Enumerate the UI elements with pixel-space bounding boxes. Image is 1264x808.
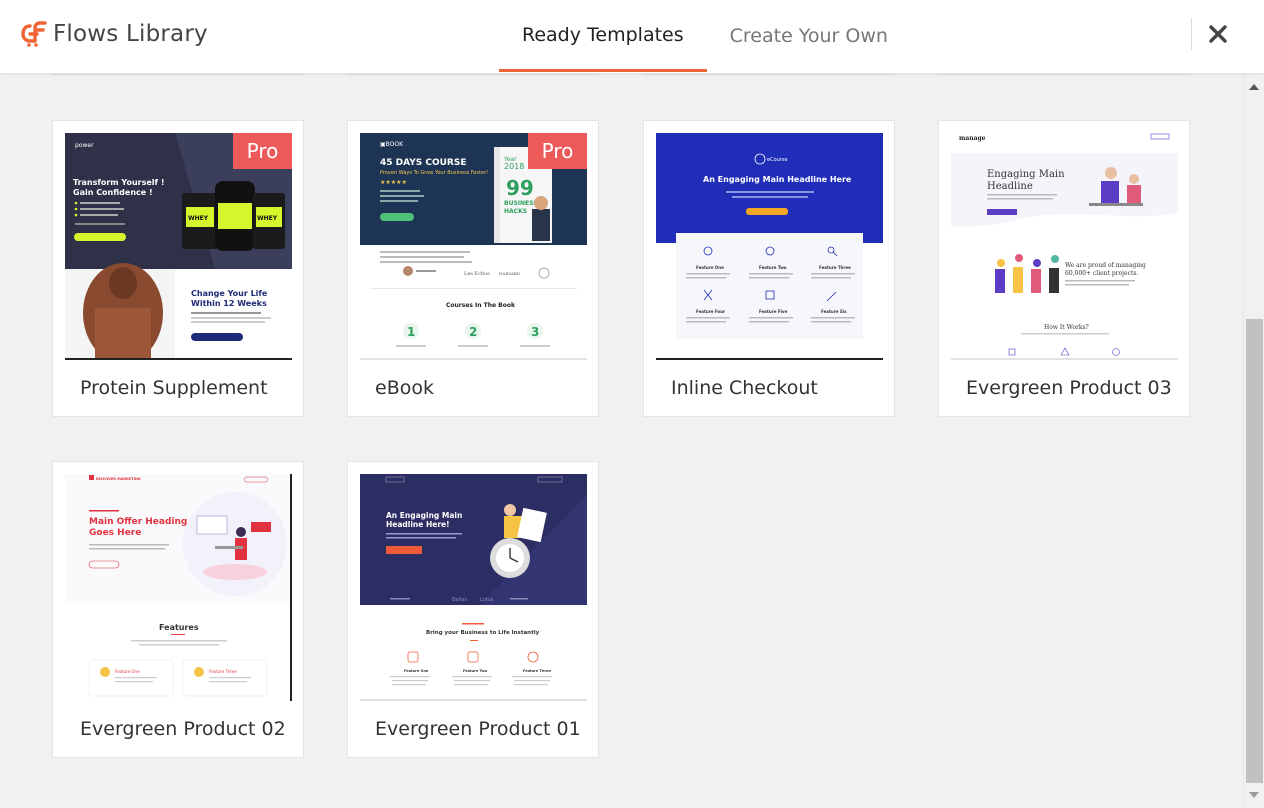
svg-text:Main Offer Heading: Main Offer Heading	[89, 517, 187, 527]
svg-text:Transform Yourself !: Transform Yourself !	[73, 178, 164, 187]
pro-badge: Pro	[528, 133, 587, 169]
scrollbar-thumb[interactable]	[1246, 319, 1263, 783]
svg-text:An Engaging Main Headline Here: An Engaging Main Headline Here	[703, 175, 852, 184]
svg-text:Feature One: Feature One	[696, 265, 724, 270]
svg-text:Courses In The Book: Courses In The Book	[446, 302, 516, 309]
app-title: Flows Library	[53, 21, 208, 47]
svg-text:2: 2	[469, 325, 477, 339]
svg-text:Headline: Headline	[987, 181, 1033, 192]
template-preview: An Engaging Main Headline Here! Bellas L…	[360, 474, 587, 701]
template-title: Protein Supplement	[80, 377, 268, 399]
library-tabs: Ready Templates Create Your Own	[499, 0, 911, 74]
svg-text:Les Echos: Les Echos	[464, 271, 490, 277]
svg-text:60,000+ client projects.: 60,000+ client projects.	[1065, 270, 1138, 277]
svg-text:Feature One: Feature One	[115, 669, 140, 674]
svg-text:Feature Two: Feature Two	[463, 669, 488, 673]
svg-text:Bellas: Bellas	[452, 597, 467, 603]
svg-text:Feature Five: Feature Five	[759, 309, 788, 314]
svg-text:Proven Ways To Grow Your Busin: Proven Ways To Grow Your Business Faster…	[380, 170, 488, 176]
template-title: Inline Checkout	[671, 377, 818, 399]
svg-text:Within 12 Weeks: Within 12 Weeks	[191, 299, 267, 308]
svg-text:Goes Here: Goes Here	[89, 528, 141, 538]
svg-text:45 DAYS COURSE: 45 DAYS COURSE	[380, 158, 467, 168]
svg-text:Feature Six: Feature Six	[821, 309, 847, 314]
tab-create-your-own[interactable]: Create Your Own	[707, 0, 911, 72]
svg-text:We are proud of managing: We are proud of managing	[1065, 262, 1146, 269]
template-preview: DISCOVER MARKETING Main Offer Heading Go…	[65, 474, 292, 701]
svg-text:BUSINESS: BUSINESS	[504, 200, 538, 207]
cartflows-logo-icon	[21, 21, 47, 47]
svg-text:3: 3	[531, 325, 539, 339]
previous-row-edges	[52, 74, 1190, 75]
template-title: Evergreen Product 02	[80, 718, 286, 740]
svg-text:eCourse: eCourse	[767, 157, 788, 163]
scroll-down-arrow-icon[interactable]	[1249, 792, 1259, 798]
svg-text:HARVARD: HARVARD	[499, 271, 520, 276]
svg-text:Feature Three: Feature Three	[819, 265, 851, 270]
svg-text:Feature Three: Feature Three	[523, 669, 551, 673]
svg-text:2018: 2018	[504, 162, 524, 171]
svg-text:Feature Three: Feature Three	[209, 669, 237, 674]
svg-text:WHEY: WHEY	[257, 215, 278, 222]
svg-text:HACKS: HACKS	[504, 208, 527, 215]
header-divider	[1191, 18, 1192, 50]
template-card-ebook[interactable]: ▣BOOK 45 DAYS COURSE Proven Ways To Grow…	[347, 120, 599, 417]
preview-brand: power	[75, 142, 94, 149]
close-icon	[1209, 25, 1227, 43]
pro-badge: Pro	[233, 133, 292, 169]
scroll-up-arrow-icon[interactable]	[1249, 84, 1259, 90]
svg-text:Gain Confidence !: Gain Confidence !	[73, 188, 153, 197]
svg-text:WHEY: WHEY	[188, 215, 209, 222]
svg-text:An Engaging Main: An Engaging Main	[386, 511, 462, 520]
svg-text:Bring your Business to Life In: Bring your Business to Life Instantly	[426, 630, 540, 636]
svg-text:Lotus: Lotus	[480, 597, 494, 603]
template-card-protein-supplement[interactable]: power Transform Yourself ! Gain Confiden…	[52, 120, 304, 417]
template-card-inline-checkout[interactable]: eCourse An Engaging Main Headline Here F…	[643, 120, 895, 417]
svg-text:Headline Here!: Headline Here!	[386, 520, 450, 529]
svg-text:Feature One: Feature One	[404, 669, 429, 673]
template-title: Evergreen Product 03	[966, 377, 1172, 399]
template-preview: power Transform Yourself ! Gain Confiden…	[65, 133, 292, 360]
template-title: Evergreen Product 01	[375, 718, 581, 740]
svg-text:1: 1	[407, 325, 415, 339]
svg-text:★★★★★: ★★★★★	[380, 179, 407, 186]
svg-text:manage: manage	[959, 135, 986, 142]
svg-text:DISCOVER MARKETING: DISCOVER MARKETING	[96, 477, 141, 481]
tab-ready-templates[interactable]: Ready Templates	[499, 0, 707, 72]
vertical-scrollbar[interactable]	[1243, 76, 1264, 808]
close-button[interactable]	[1205, 20, 1231, 48]
svg-text:Change Your Life: Change Your Life	[191, 289, 268, 298]
svg-text:Features: Features	[159, 623, 199, 632]
svg-text:Feature Two: Feature Two	[759, 265, 787, 270]
svg-text:99: 99	[506, 176, 534, 200]
template-card-evergreen-product-02[interactable]: DISCOVER MARKETING Main Offer Heading Go…	[52, 461, 304, 758]
app-logo: Flows Library	[21, 21, 208, 47]
svg-text:Feature Four: Feature Four	[696, 309, 725, 314]
svg-text:How It Works?: How It Works?	[1044, 324, 1089, 331]
svg-text:Engaging Main: Engaging Main	[987, 169, 1065, 180]
template-preview: manage Engaging Main Headline We are pro…	[951, 133, 1178, 360]
template-card-evergreen-product-01[interactable]: An Engaging Main Headline Here! Bellas L…	[347, 461, 599, 758]
template-title: eBook	[375, 377, 434, 399]
template-preview: ▣BOOK 45 DAYS COURSE Proven Ways To Grow…	[360, 133, 587, 360]
library-header: Flows Library Ready Templates Create You…	[0, 0, 1264, 74]
svg-text:▣BOOK: ▣BOOK	[380, 141, 404, 148]
template-preview: eCourse An Engaging Main Headline Here F…	[656, 133, 883, 360]
template-card-evergreen-product-03[interactable]: manage Engaging Main Headline We are pro…	[938, 120, 1190, 417]
